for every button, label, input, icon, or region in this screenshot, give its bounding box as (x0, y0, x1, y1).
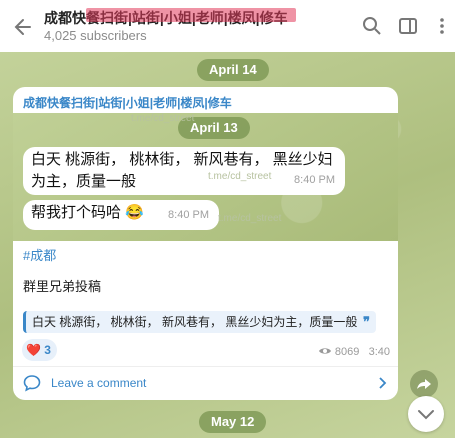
image-message-text: 帮我打个码哈 😂 (31, 204, 144, 221)
post-image[interactable]: April 13 t.me/cd_street 白天 桃源街， 桃林街， 新风巷… (13, 113, 398, 241)
subscriber-count: 4,025 subscribers (44, 28, 147, 43)
image-message-bubble: 白天 桃源街， 桃林街， 新风巷有， 黑丝少妇为主，质量一般 8:40 PM (23, 147, 345, 195)
back-arrow-icon[interactable] (12, 16, 34, 38)
sidebar-toggle-icon[interactable] (398, 16, 418, 36)
search-icon[interactable] (362, 16, 382, 36)
chevron-right-icon (379, 377, 387, 389)
chat-header: 成都快餐扫街|站街|小姐|老师|楼凤|修车 4,025 subscribers (0, 0, 455, 53)
hashtag-link[interactable]: #成都 (23, 245, 56, 264)
divider (13, 366, 398, 367)
views-eye-icon (318, 348, 331, 354)
quote-mark-icon: ❞ (363, 314, 370, 329)
image-message-time: 8:40 PM (168, 209, 209, 221)
view-count: 8069 (334, 346, 360, 358)
heart-icon: ❤️ (26, 343, 41, 357)
leave-comment-button[interactable]: Leave a comment (23, 374, 388, 394)
post-meta: 8069 3:40 (318, 346, 390, 358)
image-message-text: 白天 桃源街， 桃林街， 新风巷有， 黑丝少妇为主，质量一般 (31, 151, 333, 190)
leave-comment-label: Leave a comment (51, 376, 147, 390)
image-message-time: 8:40 PM (294, 174, 335, 186)
post-header-line: 成都快餐扫街|站街|小姐|老师|楼凤|修车 (23, 96, 232, 110)
scroll-down-button[interactable] (408, 396, 444, 432)
chevron-down-icon (418, 410, 434, 420)
date-separator: April 14 (197, 59, 269, 81)
quote-text: 白天 桃源街， 桃林街， 新风巷有， 黑丝少妇为主，质量一般 (32, 315, 358, 329)
post-text: 群里兄弟投稿 (23, 279, 102, 294)
post-quote: 白天 桃源街， 桃林街， 新风巷有， 黑丝少妇为主，质量一般 ❞ (23, 311, 376, 333)
post-time: 3:40 (368, 346, 390, 358)
more-icon[interactable] (432, 16, 452, 36)
date-separator: May 12 (199, 411, 267, 433)
share-arrow-icon (417, 379, 431, 389)
image-message-bubble: 帮我打个码哈 😂 8:40 PM (23, 200, 219, 230)
channel-post: 成都快餐扫街|站街|小姐|老师|楼凤|修车 April 13 t.me/cd_s… (13, 87, 398, 400)
title-redaction (86, 8, 296, 22)
reaction-count: 3 (44, 343, 51, 357)
image-watermark: t.me/cd_street (131, 113, 195, 124)
share-button[interactable] (410, 370, 438, 398)
image-watermark: t.me/cd_street (218, 213, 282, 224)
image-watermark: t.me/cd_street (208, 171, 272, 182)
comment-bubble-icon (23, 375, 41, 392)
reaction-heart[interactable]: ❤️ 3 (22, 339, 57, 361)
